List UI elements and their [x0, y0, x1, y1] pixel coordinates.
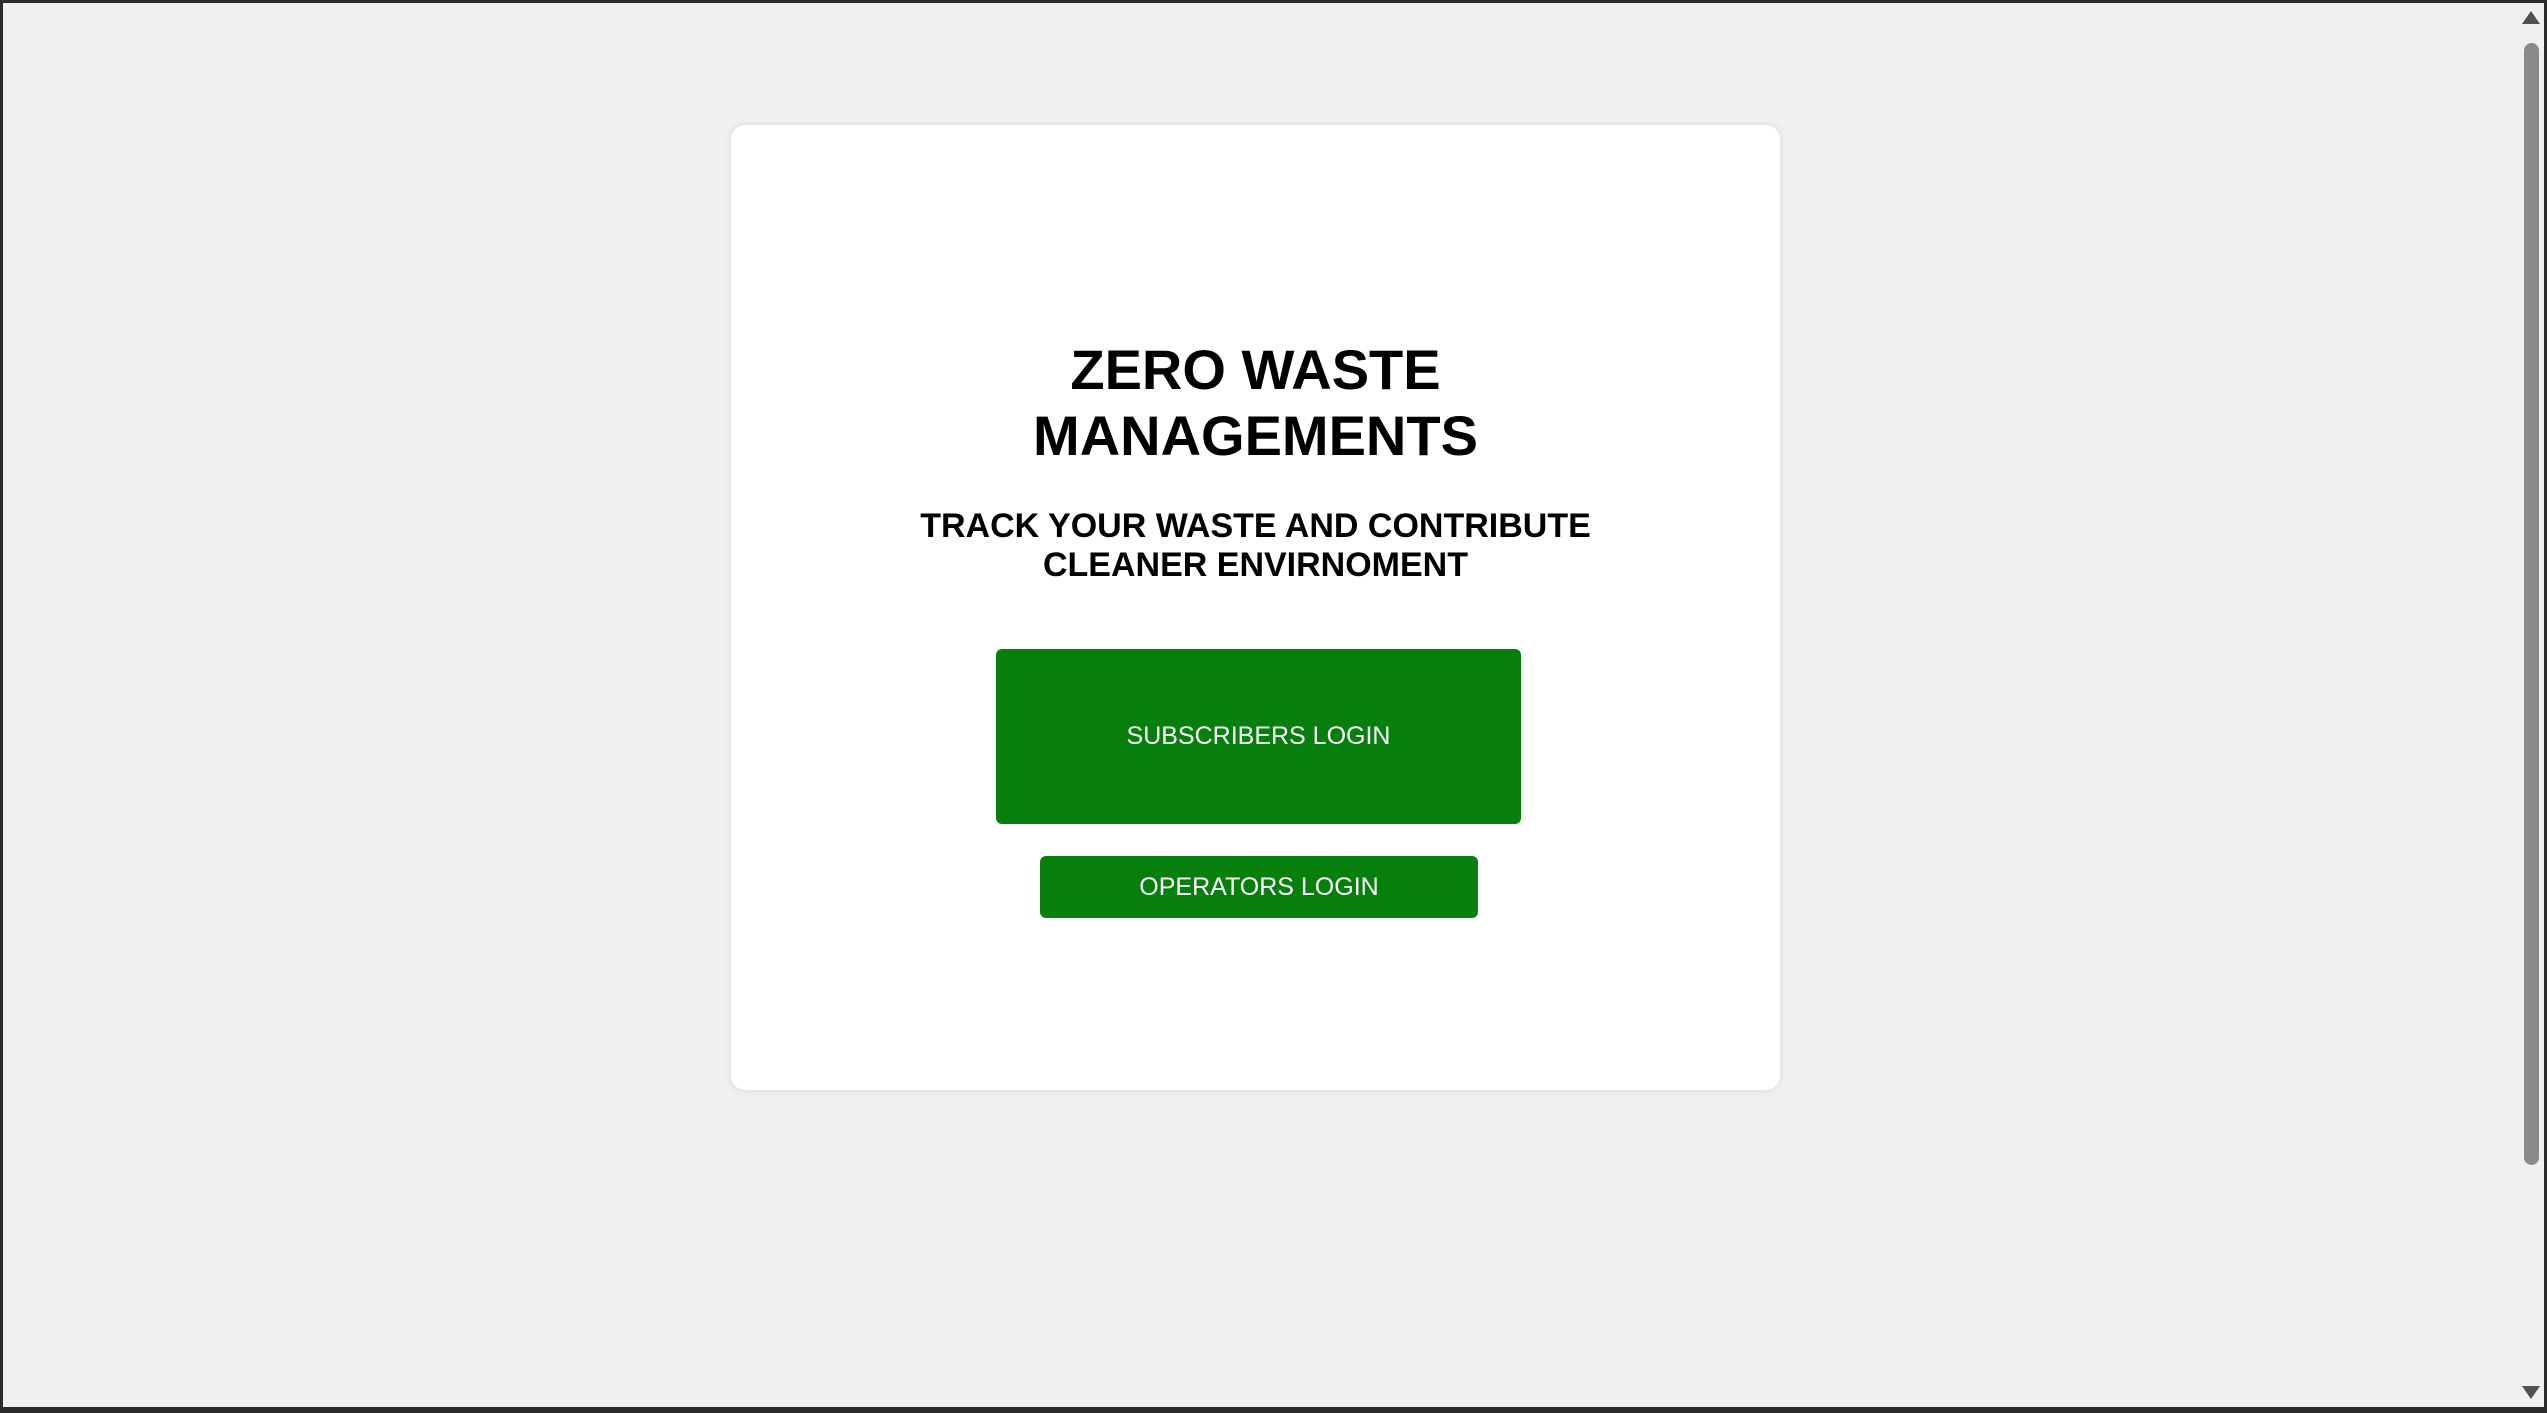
page-subtitle: TRACK YOUR WASTE AND CONTRIBUTE CLEANER …: [920, 507, 1591, 584]
welcome-card: ZERO WASTE MANAGEMENTS TRACK YOUR WASTE …: [731, 125, 1780, 1090]
scroll-down-icon[interactable]: [2522, 1386, 2540, 1399]
page-title: ZERO WASTE MANAGEMENTS: [1033, 338, 1478, 467]
scroll-up-icon[interactable]: [2522, 11, 2540, 24]
page-viewport: ZERO WASTE MANAGEMENTS TRACK YOUR WASTE …: [3, 3, 2518, 1407]
scroll-thumb[interactable]: [2524, 43, 2539, 1165]
operators-login-button[interactable]: OPERATORS LOGIN: [1040, 856, 1478, 918]
vertical-scrollbar[interactable]: [2518, 3, 2544, 1407]
subscribers-login-button[interactable]: SUBSCRIBERS LOGIN: [996, 649, 1521, 824]
